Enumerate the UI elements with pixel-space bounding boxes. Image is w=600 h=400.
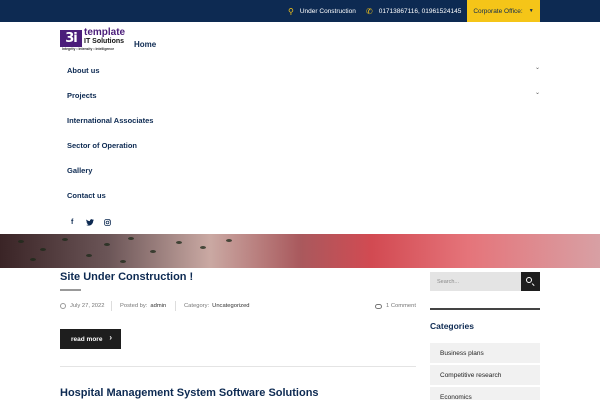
sidebar-rule: [430, 308, 540, 310]
site-logo[interactable]: 3i template IT Solutions Integrity • Int…: [60, 27, 134, 54]
nav-item-label: Projects: [67, 90, 97, 100]
comment-icon: [375, 303, 382, 309]
instagram-icon[interactable]: [104, 219, 111, 228]
search-button[interactable]: [521, 272, 540, 291]
category-item-competitive-research[interactable]: Competitive research: [430, 365, 540, 385]
location-info: ⚲ Under Construction: [288, 0, 356, 22]
category-label: Category:: [184, 303, 210, 309]
facebook-icon[interactable]: f: [71, 219, 73, 226]
post-author: Posted by: admin: [120, 303, 166, 309]
post-title[interactable]: Hospital Management System Software Solu…: [60, 387, 319, 399]
meta-divider: [175, 301, 176, 311]
logo-mark: 3i: [60, 30, 82, 47]
title-underline: [60, 289, 81, 291]
post-date-text: July 27, 2022: [70, 303, 105, 309]
post-comments[interactable]: 1 Comment: [375, 303, 416, 309]
post-date: July 27, 2022: [60, 303, 104, 309]
nav-item-label: Sector of Operation: [67, 140, 138, 150]
nav-item-gallery[interactable]: Gallery: [67, 163, 540, 177]
chevron-right-icon: ›: [109, 333, 112, 342]
nav-item-label: Gallery: [67, 165, 93, 175]
post-category: Category: Uncategorized: [184, 303, 250, 309]
search-icon: [526, 277, 532, 283]
caret-down-icon: ▼: [528, 8, 534, 14]
nav-item-label: International Associates: [67, 115, 154, 125]
nav-item-sector-of-operation[interactable]: Sector of Operation: [67, 138, 540, 152]
phone-info: ✆ 01713867116, 01961524145: [366, 0, 461, 22]
nav-item-label: Contact us: [67, 190, 106, 200]
map-pin-icon: ⚲: [288, 6, 294, 16]
phone-icon: ✆: [366, 6, 373, 16]
author-link[interactable]: admin: [150, 303, 166, 309]
categories-heading: Categories: [430, 321, 474, 331]
corporate-office-label: Corporate Office:: [473, 7, 523, 15]
nav-home-link[interactable]: Home: [134, 40, 156, 49]
read-more-button[interactable]: read more ›: [60, 329, 121, 349]
nav-item-label: About us: [67, 65, 100, 75]
meta-divider: [111, 301, 112, 311]
logo-tagline: Integrity • Intensity • Intelligence: [62, 47, 115, 51]
category-item-economics[interactable]: Economics: [430, 387, 540, 400]
read-more-label: read more: [71, 335, 103, 343]
twitter-icon[interactable]: [86, 219, 94, 228]
category-item-business-plans[interactable]: Business plans: [430, 343, 540, 363]
chevron-down-icon[interactable]: ⌄: [535, 89, 540, 96]
logo-line-2: IT Solutions: [84, 38, 125, 45]
post-title[interactable]: Site Under Construction !: [60, 271, 193, 283]
top-bar: ⚲ Under Construction ✆ 01713867116, 0196…: [0, 0, 600, 22]
nav-item-international-associates[interactable]: International Associates: [67, 113, 540, 127]
comments-count: 1 Comment: [386, 303, 416, 309]
phone-text: 01713867116, 01961524145: [378, 7, 462, 15]
corporate-office-dropdown[interactable]: Corporate Office: ▼: [467, 0, 540, 22]
nav-item-about-us[interactable]: About us ⌄: [67, 63, 540, 77]
hero-banner-image: [0, 234, 600, 268]
nav-item-projects[interactable]: Projects ⌄: [67, 88, 540, 102]
logo-line-1: template: [84, 27, 126, 38]
nav-item-contact-us[interactable]: Contact us: [67, 188, 540, 202]
post-divider: [60, 366, 416, 367]
location-text: Under Construction: [299, 7, 356, 15]
chevron-down-icon[interactable]: ⌄: [535, 64, 540, 71]
category-link[interactable]: Uncategorized: [212, 303, 249, 309]
search-input[interactable]: [430, 272, 521, 291]
clock-icon: [60, 303, 66, 309]
posted-by-label: Posted by:: [120, 303, 148, 309]
